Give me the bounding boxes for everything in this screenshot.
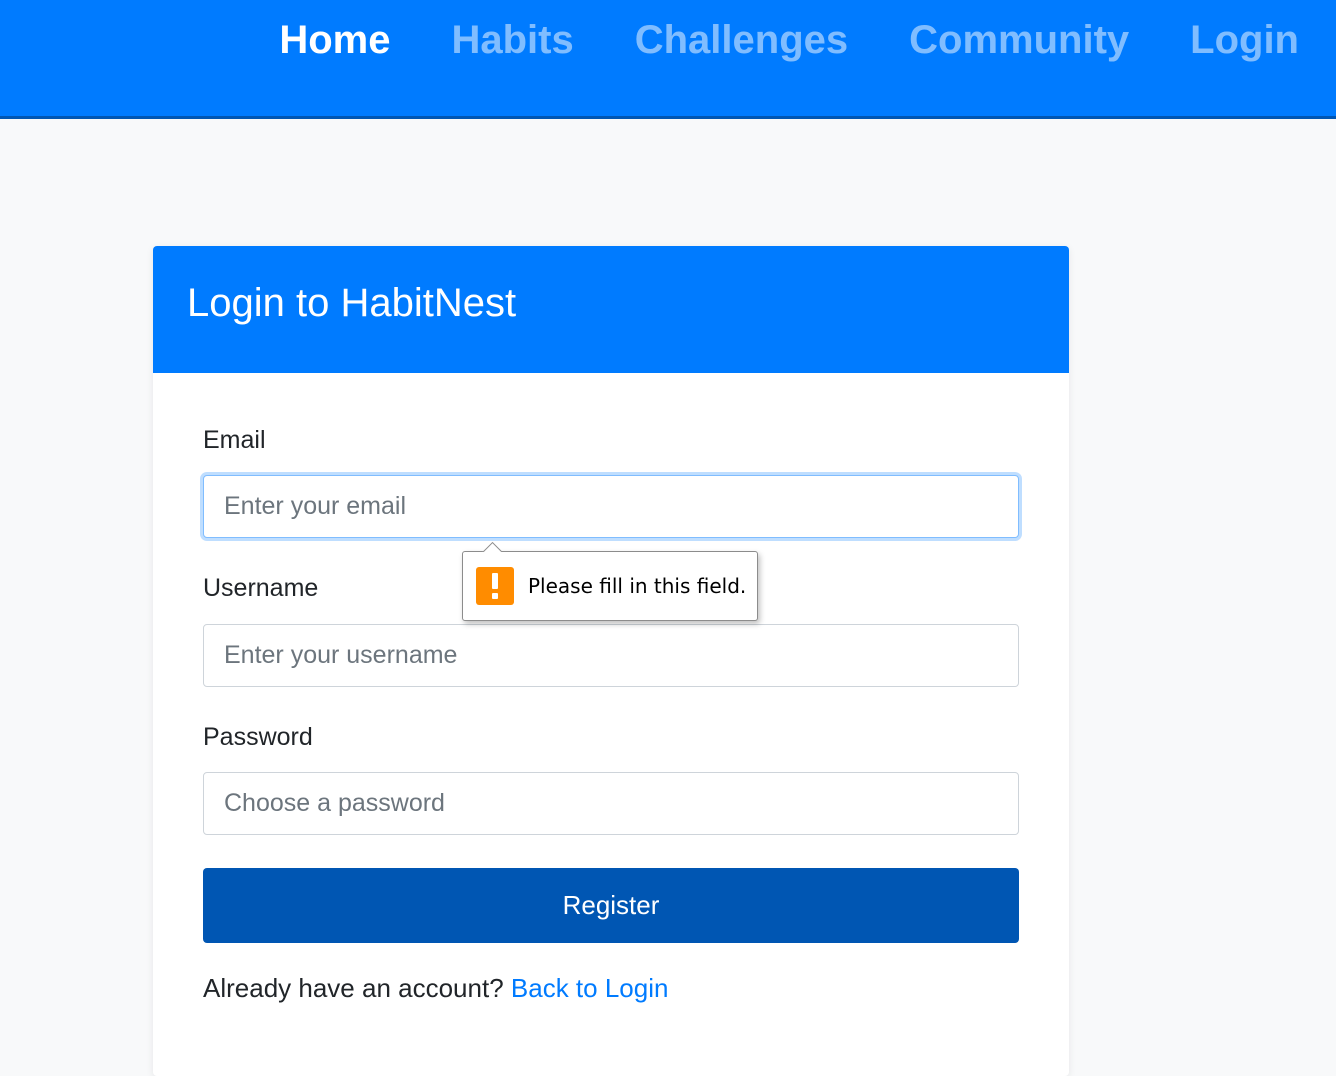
login-prompt-text: Already have an account? xyxy=(203,973,504,1003)
password-label: Password xyxy=(203,723,313,751)
main-nav: Home Habits Challenges Community Login xyxy=(279,17,1336,63)
nav-community-link[interactable]: Community xyxy=(909,17,1129,63)
register-card: Login to HabitNest Email Username Passwo… xyxy=(153,246,1069,1076)
email-label: Email xyxy=(203,426,266,454)
username-label: Username xyxy=(203,574,319,602)
card-title: Login to HabitNest xyxy=(187,280,517,325)
tooltip-arrow xyxy=(482,540,502,552)
username-field[interactable] xyxy=(203,624,1019,687)
email-field[interactable] xyxy=(203,475,1019,538)
nav-habits-link[interactable]: Habits xyxy=(451,17,573,63)
warning-icon xyxy=(476,567,514,605)
validation-tooltip: Please fill in this field. xyxy=(462,551,758,621)
card-header: Login to HabitNest xyxy=(153,246,1069,373)
nav-challenges-link[interactable]: Challenges xyxy=(635,17,848,63)
nav-home-link[interactable]: Home xyxy=(279,17,390,63)
register-button[interactable]: Register xyxy=(203,868,1019,943)
top-navbar: Home Habits Challenges Community Login xyxy=(0,0,1336,119)
login-prompt: Already have an account? Back to Login xyxy=(203,972,668,1004)
validation-message: Please fill in this field. xyxy=(528,574,747,598)
back-to-login-link[interactable]: Back to Login xyxy=(511,973,669,1003)
nav-login-link[interactable]: Login xyxy=(1190,17,1299,63)
password-field[interactable] xyxy=(203,772,1019,835)
